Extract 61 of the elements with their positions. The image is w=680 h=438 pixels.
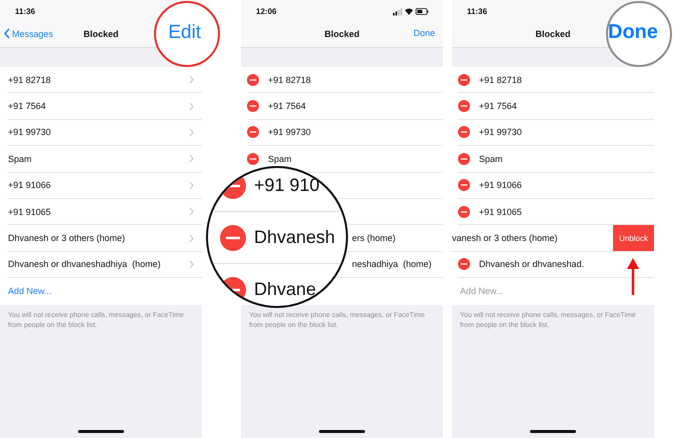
delete-icon[interactable] bbox=[247, 126, 259, 138]
contact-label: Spam bbox=[268, 154, 292, 164]
chevron-right-icon bbox=[189, 154, 194, 164]
contact-label: vanesh or 3 others (home) bbox=[452, 233, 559, 244]
contact-label: +91 910 bbox=[254, 175, 320, 196]
contact-label: Dhvanesh or dhvaneshadhiya (home) bbox=[8, 259, 161, 270]
contact-label: +91 99730 bbox=[479, 127, 522, 138]
contact-label: +91 91066 bbox=[8, 180, 51, 190]
add-new-link[interactable]: Add New... bbox=[8, 286, 52, 296]
delete-icon[interactable] bbox=[458, 100, 470, 112]
done-button[interactable]: Done bbox=[413, 28, 435, 38]
contact-label: ers (home) bbox=[352, 233, 396, 244]
chevron-right-icon bbox=[189, 128, 194, 137]
edit-button[interactable]: Edit bbox=[168, 22, 201, 44]
done-button[interactable]: Done bbox=[608, 21, 658, 44]
home-indicator bbox=[319, 430, 365, 433]
status-time: 11:36 bbox=[15, 6, 36, 16]
unblock-button[interactable]: Unblock bbox=[613, 225, 654, 251]
contact-label: +91 7564 bbox=[268, 101, 306, 112]
delete-icon bbox=[220, 224, 246, 250]
nav-title: Blocked bbox=[324, 28, 360, 38]
chevron-right-icon bbox=[189, 234, 194, 243]
delete-icon[interactable] bbox=[458, 74, 470, 86]
chevron-right-icon bbox=[189, 260, 194, 269]
contact-label: +91 99730 bbox=[8, 127, 51, 138]
contact-label: +91 7564 bbox=[8, 101, 46, 112]
delete-icon[interactable] bbox=[458, 152, 470, 165]
contact-label: Spam bbox=[479, 154, 503, 164]
contact-label: Dhvanesh or dhvaneshad. bbox=[479, 259, 584, 270]
chevron-right-icon bbox=[189, 102, 194, 111]
chevron-right-icon bbox=[189, 75, 194, 84]
contact-label: Spam bbox=[8, 154, 32, 164]
home-indicator bbox=[530, 430, 576, 433]
contact-label: Dhvane bbox=[254, 279, 316, 300]
nav-title: Blocked bbox=[83, 28, 118, 38]
back-button[interactable]: Messages bbox=[4, 28, 54, 39]
delete-icon[interactable] bbox=[458, 126, 470, 138]
contact-label: Dhvanesh or 3 others (home) bbox=[8, 233, 126, 244]
home-indicator bbox=[78, 430, 124, 433]
nav-title: Blocked bbox=[535, 28, 570, 38]
delete-icon[interactable] bbox=[458, 258, 470, 270]
delete-icon[interactable] bbox=[247, 100, 259, 112]
contact-label: neshadhiya (home) bbox=[352, 259, 432, 270]
contact-label: +91 91065 bbox=[8, 206, 51, 217]
contact-label: +91 99730 bbox=[268, 127, 311, 138]
contact-label: +91 7564 bbox=[479, 101, 517, 112]
contact-label: Dhvanesh bbox=[254, 227, 336, 248]
contact-label: +91 91065 bbox=[479, 206, 522, 217]
delete-icon[interactable] bbox=[247, 152, 259, 165]
chevron-right-icon bbox=[189, 180, 194, 190]
chevron-left-icon bbox=[4, 28, 10, 39]
delete-icon[interactable] bbox=[247, 74, 259, 86]
contact-label: +91 82718 bbox=[8, 74, 51, 85]
contact-label: +91 82718 bbox=[268, 74, 311, 85]
status-time: 12:06 bbox=[256, 6, 276, 16]
contact-label: +91 82718 bbox=[479, 74, 522, 85]
contact-label: +91 91066 bbox=[479, 180, 522, 190]
delete-icon[interactable] bbox=[458, 179, 470, 192]
chevron-right-icon bbox=[189, 207, 194, 216]
status-time: 11:36 bbox=[467, 6, 488, 16]
delete-icon[interactable] bbox=[458, 206, 470, 218]
